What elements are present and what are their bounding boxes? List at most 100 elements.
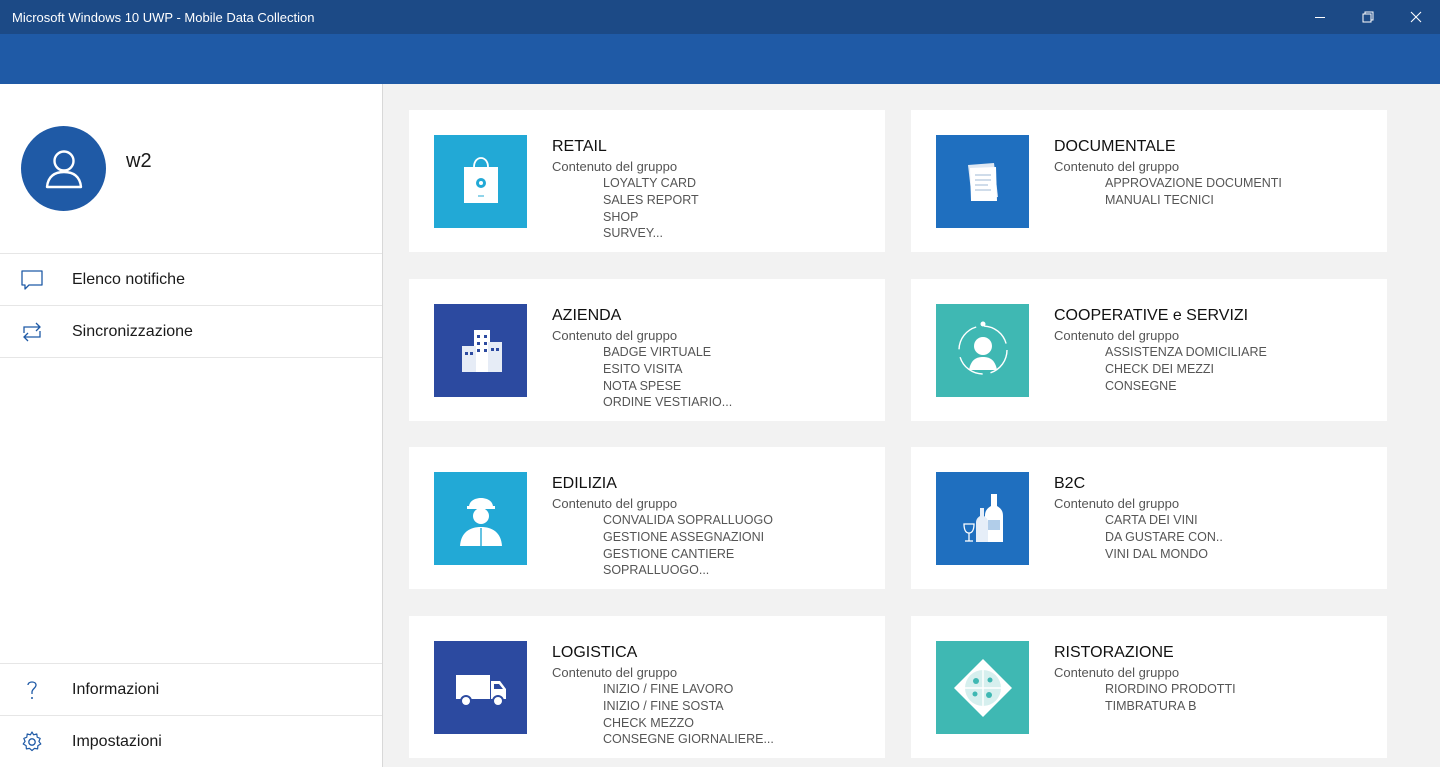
group-tile [434, 472, 527, 565]
group-card-logistica[interactable]: LOGISTICA Contenuto del gruppo INIZIO / … [409, 616, 885, 758]
group-item: NOTA SPESE [603, 378, 682, 393]
sidebar: w2 Elenco notifiche Sincronizzazione Inf… [0, 84, 383, 767]
nav-item-label: Elenco notifiche [72, 270, 185, 288]
group-title: B2C [1054, 475, 1086, 492]
group-item: DA GUSTARE CON.. [1105, 529, 1223, 544]
shopping-bag-icon [463, 156, 498, 203]
group-card-ristorazione[interactable]: RISTORAZIONE Contenuto del gruppo RIORDI… [911, 616, 1387, 758]
group-card-b2c[interactable]: B2C Contenuto del gruppo CARTA DEI VINI … [911, 447, 1387, 589]
group-item: INIZIO / FINE SOSTA [603, 698, 724, 713]
group-subtitle: Contenuto del gruppo [1054, 496, 1180, 511]
group-item: CONVALIDA SOPRALLUOGO [603, 513, 773, 527]
groups-grid: RETAIL Contenuto del gruppo LOYALTY CARD… [384, 84, 1440, 767]
minimize-icon [1315, 17, 1325, 18]
group-items: CONVALIDA SOPRALLUOGO GESTIONE ASSEGNAZI… [603, 512, 773, 579]
documents-icon [967, 162, 998, 201]
group-item: CONSEGNE GIORNALIERE... [603, 732, 774, 747]
nav-item-label: Impostazioni [72, 732, 162, 750]
nav-item-sync[interactable]: Sincronizzazione [0, 306, 382, 358]
construction-worker-icon [459, 497, 502, 546]
group-title: RISTORAZIONE [1054, 644, 1174, 661]
nav-item-notifications[interactable]: Elenco notifiche [0, 254, 382, 306]
group-subtitle: Contenuto del gruppo [552, 159, 678, 174]
wine-bottles-icon [962, 493, 1003, 542]
group-item: SURVEY... [603, 226, 663, 241]
restore-icon [1362, 11, 1374, 23]
group-tile [936, 641, 1029, 734]
group-items: CARTA DEI VINI DA GUSTARE CON.. VINI DAL… [1105, 512, 1223, 562]
nav-item-label: Informazioni [72, 680, 160, 698]
gear-icon [0, 730, 72, 754]
group-title: COOPERATIVE e SERVIZI [1054, 307, 1249, 324]
group-card-azienda[interactable]: AZIENDA Contenuto del gruppo BADGE VIRTU… [409, 279, 885, 421]
close-icon [1410, 11, 1422, 23]
group-title: EDILIZIA [552, 475, 617, 492]
group-item: SHOP [603, 209, 639, 224]
group-item: SOPRALLUOGO... [603, 563, 710, 578]
question-icon [0, 678, 72, 702]
group-subtitle: Contenuto del gruppo [1054, 328, 1180, 343]
group-tile [936, 135, 1029, 228]
group-card-cooperative[interactable]: COOPERATIVE e SERVIZI Contenuto del grup… [911, 279, 1387, 421]
group-title: LOGISTICA [552, 644, 638, 661]
pizza-icon [953, 658, 1012, 717]
group-item: RIORDINO PRODOTTI [1105, 682, 1236, 696]
group-item: INIZIO / FINE LAVORO [603, 682, 734, 696]
caregiver-icon [957, 321, 1008, 375]
group-item: BADGE VIRTUALE [603, 345, 712, 359]
close-button[interactable] [1392, 0, 1440, 34]
app-header [0, 34, 1440, 84]
group-item: CHECK MEZZO [603, 715, 694, 730]
nav-item-info[interactable]: Informazioni [0, 663, 382, 715]
group-item: ASSISTENZA DOMICILIARE [1105, 345, 1267, 359]
nav-item-settings[interactable]: Impostazioni [0, 715, 382, 767]
group-items: RIORDINO PRODOTTI TIMBRATURA B [1105, 681, 1236, 715]
group-tile [936, 304, 1029, 397]
sidebar-footer: Informazioni Impostazioni [0, 663, 382, 767]
delivery-truck-icon [455, 674, 506, 707]
group-subtitle: Contenuto del gruppo [552, 496, 678, 511]
group-items: INIZIO / FINE LAVORO INIZIO / FINE SOSTA… [603, 681, 774, 748]
chat-icon [0, 268, 72, 292]
group-item: ESITO VISITA [603, 361, 683, 376]
group-subtitle: Contenuto del gruppo [552, 328, 678, 343]
group-tile [434, 304, 527, 397]
group-item: VINI DAL MONDO [1105, 546, 1209, 561]
window-title: Microsoft Windows 10 UWP - Mobile Data C… [12, 9, 315, 25]
group-item: SALES REPORT [603, 192, 699, 207]
group-title: RETAIL [552, 138, 607, 155]
group-subtitle: Contenuto del gruppo [1054, 159, 1180, 174]
group-item: APPROVAZIONE DOCUMENTI [1105, 176, 1282, 190]
minimize-button[interactable] [1296, 0, 1344, 34]
group-tile [936, 472, 1029, 565]
group-items: APPROVAZIONE DOCUMENTI MANUALI TECNICI [1105, 175, 1282, 209]
title-bar: Microsoft Windows 10 UWP - Mobile Data C… [0, 0, 1440, 34]
group-subtitle: Contenuto del gruppo [552, 665, 678, 680]
group-item: MANUALI TECNICI [1105, 192, 1214, 207]
user-icon [45, 149, 82, 188]
restore-button[interactable] [1344, 0, 1392, 34]
sync-icon [0, 320, 72, 344]
group-card-edilizia[interactable]: EDILIZIA Contenuto del gruppo CONVALIDA … [409, 447, 885, 589]
group-tile [434, 135, 527, 228]
nav-item-label: Sincronizzazione [72, 322, 193, 340]
group-card-retail[interactable]: RETAIL Contenuto del gruppo LOYALTY CARD… [409, 110, 885, 252]
group-title: AZIENDA [552, 307, 622, 324]
group-items: LOYALTY CARD SALES REPORT SHOP SURVEY... [603, 175, 699, 242]
group-items: ASSISTENZA DOMICILIARE CHECK DEI MEZZI C… [1105, 344, 1267, 394]
group-item: GESTIONE ASSEGNAZIONI [603, 529, 765, 544]
group-item: LOYALTY CARD [603, 176, 697, 190]
username: w2 [126, 150, 152, 172]
group-tile [434, 641, 527, 734]
group-item: GESTIONE CANTIERE [603, 546, 735, 561]
group-card-documentale[interactable]: DOCUMENTALE Contenuto del gruppo APPROVA… [911, 110, 1387, 252]
group-item: CHECK DEI MEZZI [1105, 361, 1215, 376]
group-subtitle: Contenuto del gruppo [1054, 665, 1180, 680]
avatar[interactable] [21, 126, 106, 211]
group-items: BADGE VIRTUALE ESITO VISITA NOTA SPESE O… [603, 344, 732, 411]
group-title: DOCUMENTALE [1054, 138, 1176, 155]
group-item: CONSEGNE [1105, 378, 1177, 393]
group-item: ORDINE VESTIARIO... [603, 395, 733, 410]
group-item: CARTA DEI VINI [1105, 513, 1198, 527]
group-item: TIMBRATURA B [1105, 698, 1197, 713]
